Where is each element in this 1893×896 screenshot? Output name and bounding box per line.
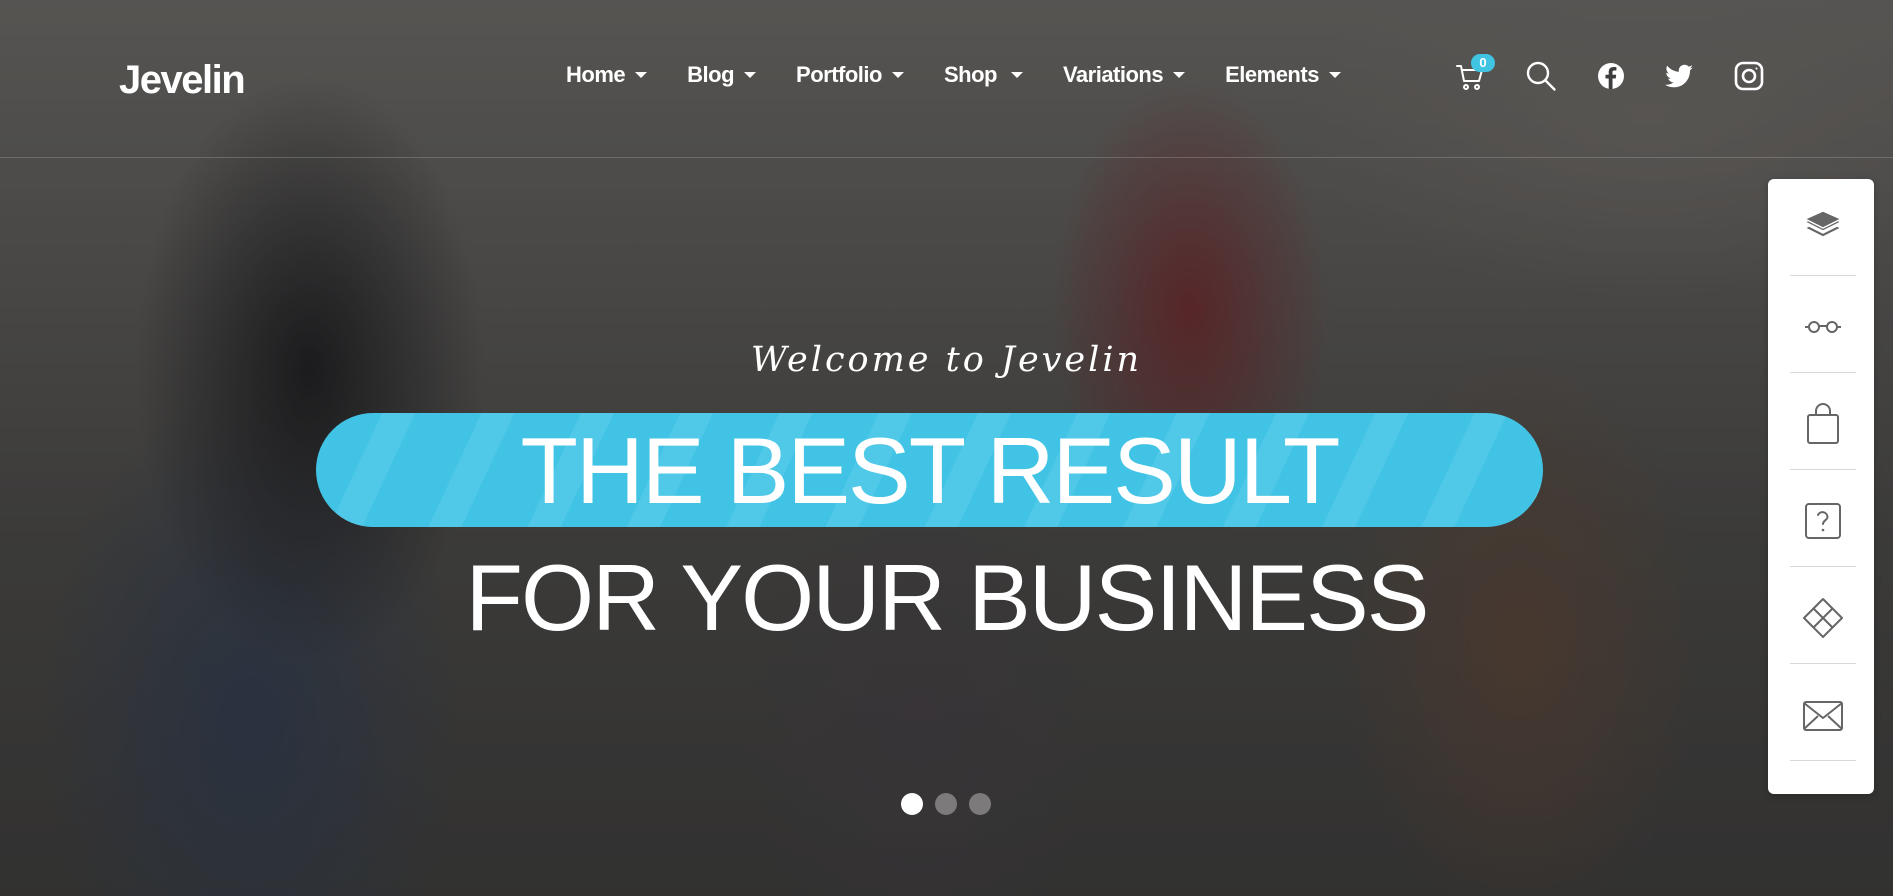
logo[interactable]: Jevelin [119,58,246,103]
nav-item-label: Portfolio [796,62,882,87]
cart-count-badge: 0 [1471,54,1495,72]
mail-icon [1803,701,1843,731]
twitter-icon [1665,64,1693,88]
facebook-link[interactable] [1595,60,1627,92]
diamond-grid-icon [1803,598,1843,638]
nav-item-elements[interactable]: Elements [1225,62,1341,88]
hero-headline-line2: FOR YOUR BUSINESS [465,545,1430,650]
hero-headline-highlight: THE BEST RESULT [316,413,1543,527]
chevron-down-icon [1328,72,1341,78]
slider-dot-3[interactable] [969,793,991,815]
slider-dot-1[interactable] [901,793,923,815]
side-item-mail[interactable] [1790,664,1856,761]
nav-item-label: Home [566,62,626,87]
nav-item-label: Shop [943,62,998,87]
side-item-glasses[interactable] [1790,276,1856,373]
side-item-diamond[interactable] [1790,567,1856,664]
side-item-shop[interactable] [1790,373,1856,470]
shopping-bag-icon [1807,403,1839,444]
chevron-down-icon [635,72,648,78]
layers-icon [1804,210,1842,238]
twitter-link[interactable] [1663,60,1695,92]
chevron-down-icon [891,72,904,78]
chevron-down-icon [1173,72,1186,78]
glasses-icon [1805,321,1841,333]
main-nav: Home Blog Portfolio Shop Variations Elem… [566,62,1381,88]
nav-item-variations[interactable]: Variations [1062,62,1186,88]
instagram-link[interactable] [1733,60,1765,92]
nav-item-portfolio[interactable]: Portfolio [796,62,904,88]
nav-item-label: Variations [1062,62,1164,87]
nav-item-blog[interactable]: Blog [687,62,757,88]
instagram-icon [1734,61,1764,91]
chevron-down-icon [744,72,757,78]
nav-item-shop[interactable]: Shop [944,62,1023,88]
nav-item-label: Blog [687,62,735,87]
cart-button[interactable]: 0 [1455,54,1495,92]
side-item-help[interactable] [1790,470,1856,567]
hero-headline-line1: THE BEST RESULT [520,418,1341,523]
facebook-icon [1598,63,1624,89]
hero-welcome-text: Welcome to Jevelin [750,340,1143,380]
search-button[interactable] [1525,60,1557,92]
side-item-layers[interactable] [1790,179,1856,276]
site-header: Jevelin Home Blog Portfolio Shop Variati… [0,0,1893,158]
nav-item-home[interactable]: Home [566,62,648,88]
nav-item-label: Elements [1225,62,1319,87]
chevron-down-icon [1010,72,1023,78]
search-icon [1526,61,1556,91]
help-icon [1805,503,1841,539]
slider-dot-2[interactable] [935,793,957,815]
side-toolbar [1768,179,1874,794]
